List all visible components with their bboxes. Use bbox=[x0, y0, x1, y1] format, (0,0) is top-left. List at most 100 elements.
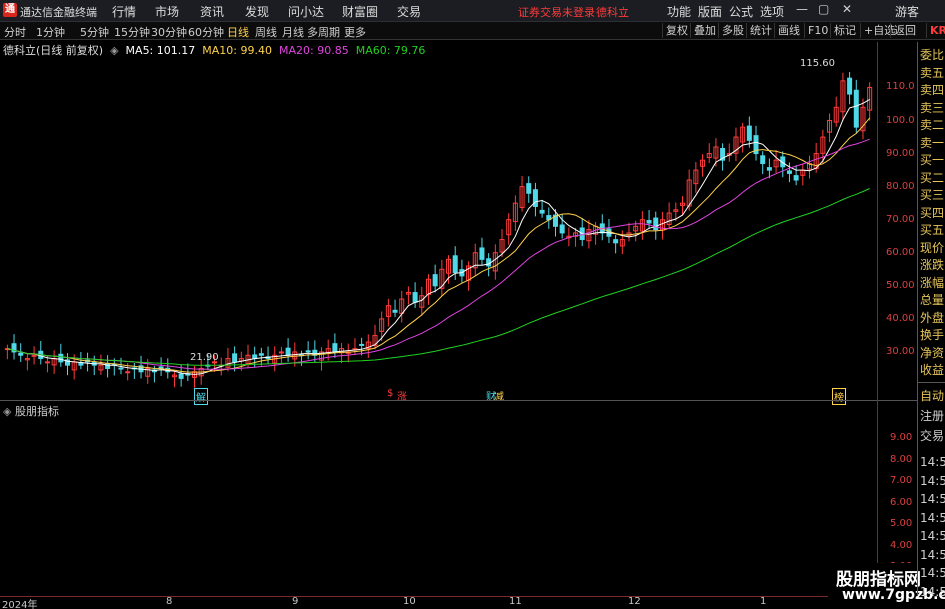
app-logo-icon: 通 bbox=[3, 3, 17, 17]
period-multi[interactable]: 多周期 bbox=[307, 24, 340, 40]
quote-field-label: 涨跌 bbox=[920, 258, 945, 272]
minimize-icon[interactable]: — bbox=[796, 2, 808, 16]
period-intraday[interactable]: 分时 bbox=[4, 24, 26, 40]
menu-ask[interactable]: 问小达 bbox=[288, 3, 324, 20]
menu-news[interactable]: 资讯 bbox=[200, 3, 224, 20]
kr-badge[interactable]: KR bbox=[926, 23, 945, 38]
axis-divider bbox=[877, 42, 878, 596]
event-badge-dollar[interactable]: $ bbox=[386, 388, 394, 399]
candle-body bbox=[305, 350, 311, 353]
tick-time: 14:56 bbox=[920, 492, 945, 506]
low-price-label: 21.90 bbox=[190, 352, 219, 363]
candle-body bbox=[359, 343, 365, 346]
btn-multistock[interactable]: 多股 bbox=[718, 23, 747, 38]
tick-time: 14:56 bbox=[920, 529, 945, 543]
event-badge-list[interactable]: 榜 bbox=[832, 388, 846, 405]
price-tick-label: 90.00 bbox=[886, 147, 915, 159]
candle-body bbox=[412, 292, 418, 303]
candle-body bbox=[452, 255, 458, 274]
price-tick-label: 80.00 bbox=[886, 180, 915, 192]
period-15min[interactable]: 15分钟 bbox=[114, 24, 150, 40]
candle-body bbox=[332, 343, 338, 353]
period-daily[interactable]: 日线 bbox=[227, 24, 249, 40]
period-monthly[interactable]: 月线 bbox=[282, 24, 304, 40]
ma20-line bbox=[7, 138, 870, 370]
period-5min[interactable]: 5分钟 bbox=[80, 24, 109, 40]
btn-back[interactable]: 返回 bbox=[890, 23, 919, 38]
restore-icon[interactable]: ▢ bbox=[818, 2, 829, 16]
sub-tick-label: 4.00 bbox=[890, 539, 913, 551]
date-tick-label: 10 bbox=[403, 596, 416, 607]
date-tick-label: 2024年 bbox=[2, 600, 38, 609]
period-30min[interactable]: 30分钟 bbox=[151, 24, 187, 40]
date-tick-label: 9 bbox=[292, 596, 299, 607]
quote-field-label: 换手 bbox=[920, 328, 945, 342]
price-tick-label: 40.00 bbox=[886, 312, 915, 324]
menu-quotes[interactable]: 行情 bbox=[112, 3, 136, 20]
candle-body bbox=[58, 353, 64, 363]
current-stock-label: 德科立 bbox=[596, 6, 629, 19]
event-badge-unlock[interactable]: 解 bbox=[194, 388, 208, 405]
btn-adjust[interactable]: 复权 bbox=[662, 23, 691, 38]
candle-body bbox=[526, 183, 532, 194]
trade-panel-item[interactable]: 自动 bbox=[920, 387, 944, 404]
close-icon[interactable]: ✕ bbox=[842, 2, 852, 16]
btn-mark[interactable]: 标记 bbox=[830, 23, 859, 38]
candle-body bbox=[486, 258, 492, 267]
quote-field-label: 总量 bbox=[920, 293, 945, 307]
btn-overlay[interactable]: 叠加 bbox=[690, 23, 719, 38]
btn-draw[interactable]: 画线 bbox=[774, 23, 803, 38]
menu-trade[interactable]: 交易 bbox=[397, 3, 421, 20]
ma60-line bbox=[7, 188, 870, 366]
sub-tick-label: 5.00 bbox=[890, 518, 913, 529]
candle-body bbox=[539, 209, 545, 214]
menu-market[interactable]: 市场 bbox=[155, 3, 179, 20]
menu-discover[interactable]: 发现 bbox=[245, 3, 269, 20]
candle-body bbox=[125, 371, 131, 374]
tick-time: 14:56 bbox=[920, 510, 945, 525]
candle-body bbox=[118, 367, 124, 370]
candle-body bbox=[479, 247, 485, 260]
candle-body bbox=[559, 224, 565, 234]
quote-field-label: 买四 bbox=[920, 205, 945, 220]
tool-formula[interactable]: 公式 bbox=[729, 3, 753, 20]
trade-panel-item[interactable]: 注册 bbox=[920, 407, 944, 424]
date-axis-line bbox=[0, 596, 917, 597]
price-tick-label: 60.00 bbox=[886, 246, 915, 258]
btn-f10[interactable]: F10 bbox=[804, 23, 831, 38]
trade-panel-item[interactable]: 交易 bbox=[920, 427, 944, 444]
quote-field-label: 涨幅 bbox=[920, 275, 945, 290]
price-tick-label: 50.00 bbox=[886, 279, 915, 291]
date-tick-label: 8 bbox=[166, 596, 173, 607]
period-toolbar: 分时 1分钟 5分钟 15分钟 30分钟 60分钟 日线 周线 月线 多周期 更… bbox=[0, 22, 945, 40]
app-title: 通达信金融终端 bbox=[20, 6, 97, 19]
period-weekly[interactable]: 周线 bbox=[255, 24, 277, 40]
quote-field-label: 外盘 bbox=[920, 310, 945, 325]
tool-function[interactable]: 功能 bbox=[667, 3, 691, 20]
app-window: 通 通达信金融终端 行情 市场 资讯 发现 问小达 财富圈 交易 证券交易未登录… bbox=[0, 0, 945, 609]
period-more[interactable]: 更多 bbox=[344, 24, 366, 40]
candle-body bbox=[613, 239, 619, 244]
menu-wealth[interactable]: 财富圈 bbox=[342, 3, 378, 20]
candle-body bbox=[646, 219, 652, 224]
candlestick-chart[interactable] bbox=[0, 55, 877, 400]
period-1min[interactable]: 1分钟 bbox=[36, 24, 65, 40]
candle-body bbox=[853, 89, 859, 128]
candle-body bbox=[392, 309, 398, 313]
sub-tick-label: 8.00 bbox=[890, 453, 913, 465]
candle-body bbox=[653, 217, 659, 231]
candle-body bbox=[18, 352, 24, 356]
tool-options[interactable]: 选项 bbox=[760, 3, 784, 20]
candle-body bbox=[432, 274, 438, 287]
sub-collapse-icon[interactable]: ◈ bbox=[3, 405, 15, 418]
sub-tick-label: 9.00 bbox=[890, 432, 913, 443]
trade-login-warning[interactable]: 证券交易未登录 bbox=[518, 4, 595, 20]
candle-body bbox=[793, 175, 799, 181]
candle-body bbox=[786, 170, 792, 174]
user-label[interactable]: 游客 bbox=[895, 3, 919, 20]
candle-body bbox=[105, 362, 111, 369]
candle-body bbox=[532, 189, 538, 207]
tool-layout[interactable]: 版面 bbox=[698, 3, 722, 20]
period-60min[interactable]: 60分钟 bbox=[188, 24, 224, 40]
btn-stats[interactable]: 统计 bbox=[746, 23, 775, 38]
